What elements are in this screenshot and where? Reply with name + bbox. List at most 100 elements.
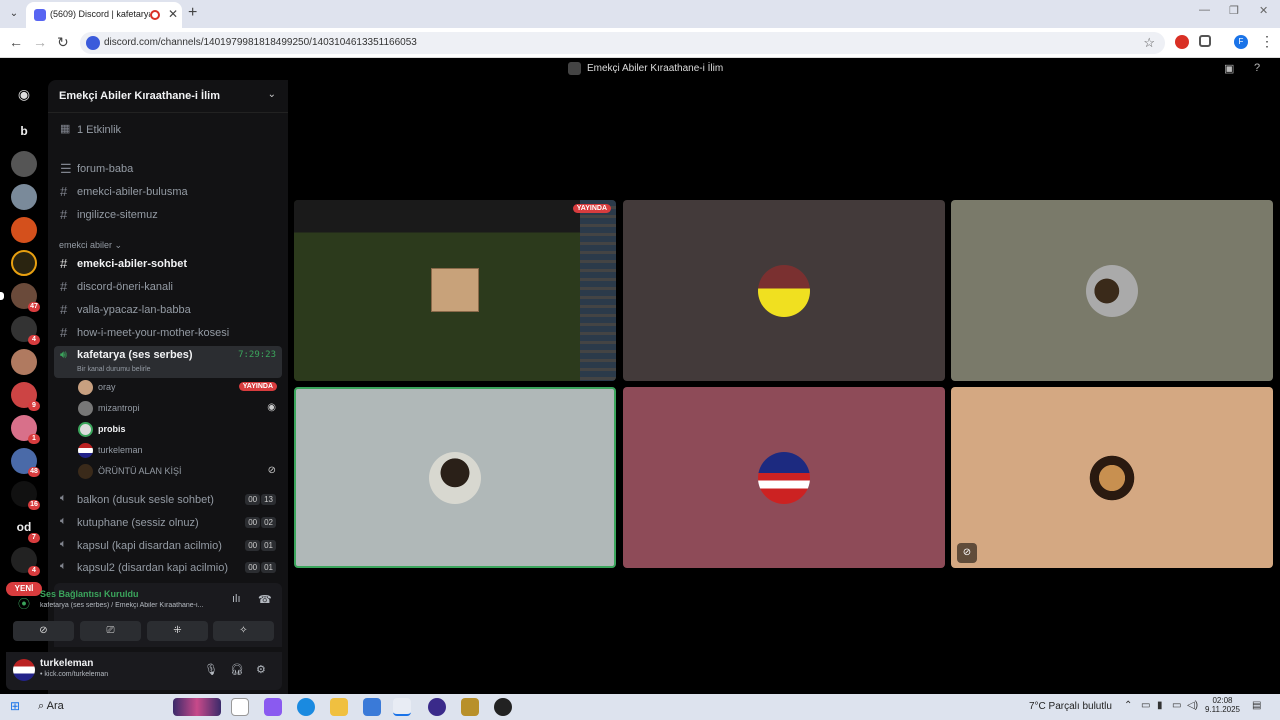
volume-icon[interactable]: ◁): [1187, 700, 1198, 711]
search-highlight-image[interactable]: [173, 698, 221, 716]
forward-arrow-icon[interactable]: →: [33, 34, 47, 50]
user-avatar[interactable]: [13, 659, 35, 681]
activities-button[interactable]: ⁜: [147, 621, 208, 641]
channel-emekci-abiler-sohbet[interactable]: # emekci-abiler-sohbet: [54, 254, 282, 274]
screen-share-button[interactable]: ⎚: [80, 621, 141, 641]
avatar: [429, 451, 481, 504]
extensions-puzzle-icon[interactable]: [1199, 35, 1211, 47]
new-tab-button[interactable]: +: [188, 4, 197, 22]
restore-button[interactable]: ❐: [1229, 4, 1239, 17]
tray-icon[interactable]: ▮: [1157, 700, 1163, 711]
server-icon-12[interactable]: 4: [11, 547, 40, 576]
voice-member[interactable]: probis: [76, 420, 282, 440]
reload-icon[interactable]: ↻: [57, 34, 69, 51]
camera-off-button[interactable]: ⊘: [13, 621, 74, 641]
participant-tile[interactable]: ⊘: [951, 387, 1273, 568]
taskbar-search[interactable]: ⌕ Ara: [38, 700, 64, 713]
channel-emekci-abiler-bulusma[interactable]: # emekci-abiler-bulusma: [54, 182, 282, 202]
file-explorer-icon[interactable]: [330, 698, 348, 716]
microphone-icon[interactable]: 🎙︎: [204, 663, 218, 676]
channel-status-hint[interactable]: Bir kanal durumu belirle: [77, 366, 151, 373]
server-icon-4[interactable]: [11, 250, 37, 276]
league-icon[interactable]: [461, 698, 479, 716]
network-icon[interactable]: ▭: [1172, 700, 1181, 711]
server-od[interactable]: od 7: [11, 514, 40, 543]
tab-close-button[interactable]: ✕: [168, 7, 178, 21]
help-icon[interactable]: ?: [1254, 62, 1260, 74]
tray-chevron-icon[interactable]: ⌃: [1124, 700, 1132, 711]
tab-search-chevron-icon[interactable]: ⌄: [6, 6, 22, 22]
speaker-icon: 🔊︎: [60, 349, 67, 361]
category-header[interactable]: emekci abiler ⌄: [59, 240, 122, 251]
address-bar[interactable]: discord.com/channels/1401979981818499250…: [80, 32, 1165, 54]
voice-channel-kapsul2[interactable]: 🔈︎ kapsul2 (disardan kapi acilmio) 00 01: [54, 558, 282, 578]
server-icon-6[interactable]: 4: [11, 316, 40, 345]
sun-avatar: [1086, 451, 1138, 504]
settings-gear-icon[interactable]: ⚙: [256, 663, 266, 676]
voice-member[interactable]: mizantropi ◉: [76, 399, 282, 419]
voice-member[interactable]: ÖRÜNTÜ ALAN KİŞİ ⊘: [76, 462, 282, 482]
avatar: [78, 464, 93, 479]
inbox-icon[interactable]: ▣: [1224, 62, 1234, 75]
app-icon[interactable]: [494, 698, 512, 716]
discord-home-icon[interactable]: ◉: [10, 80, 38, 108]
participant-tile[interactable]: [623, 200, 945, 381]
back-arrow-icon[interactable]: ←: [9, 34, 23, 50]
window-close-button[interactable]: ✕: [1259, 4, 1268, 17]
profile-avatar[interactable]: F: [1234, 35, 1248, 49]
new-unreads-pill[interactable]: YENİ: [6, 582, 42, 596]
browser-tab[interactable]: (5609) Discord | kafetarya (s ✕: [26, 2, 182, 28]
browser-menu-icon[interactable]: ⋮: [1260, 33, 1274, 50]
voice-channel-active[interactable]: 🔊︎ kafetarya (ses serbes) 7:29:23 Bir ka…: [54, 346, 282, 378]
notifications-icon[interactable]: ▤: [1252, 700, 1261, 711]
channel-forum-baba[interactable]: ☰ forum-baba: [54, 159, 282, 179]
participant-tile-speaking[interactable]: [294, 387, 616, 568]
server-icon-7[interactable]: [11, 349, 37, 375]
participant-tile[interactable]: [623, 387, 945, 568]
windows-start-icon[interactable]: ⊞: [10, 700, 22, 712]
site-info-icon[interactable]: [86, 36, 100, 50]
server-icon-3[interactable]: [11, 217, 37, 243]
events-item[interactable]: ▦ 1 Etkinlik: [54, 120, 282, 140]
task-view-icon[interactable]: [231, 698, 249, 716]
taskbar-clock[interactable]: 02:08 9.11.2025: [1205, 696, 1240, 714]
voice-channel-kapsul[interactable]: 🔈︎ kapsul (kapi disardan acilmio) 00 01: [54, 536, 282, 556]
server-name[interactable]: Emekçi Abiler Kıraathane-i İlim: [59, 90, 220, 102]
bookmark-star-icon[interactable]: ☆: [1143, 35, 1155, 51]
stream-tile-oray[interactable]: YAYINDA: [294, 200, 616, 381]
server-icon-9[interactable]: 1: [11, 415, 40, 444]
server-icon-5[interactable]: 47: [0, 283, 40, 312]
channel-how-i-meet-your-mother-kosesi[interactable]: # how-i-meet-your-mother-kosesi: [54, 323, 282, 343]
game-inventory-panel: [431, 268, 479, 312]
copilot-icon[interactable]: [264, 698, 282, 716]
headphones-icon[interactable]: 🎧︎: [230, 663, 244, 676]
server-b[interactable]: b: [11, 118, 37, 144]
extension-opera-icon[interactable]: [1175, 35, 1189, 49]
channel-ingilizce-sitemuz[interactable]: # ingilizce-sitemuz: [54, 205, 282, 225]
voice-channel-kutuphane[interactable]: 🔈︎ kutuphane (sessiz olnuz) 00 02: [54, 513, 282, 533]
soundboard-button[interactable]: ✧: [213, 621, 274, 641]
voice-member[interactable]: turkeleman: [76, 441, 282, 461]
server-icon-1[interactable]: [11, 151, 37, 177]
tray-icon[interactable]: ▭: [1141, 700, 1150, 711]
server-icon-11[interactable]: 16: [11, 481, 40, 510]
server-icon-10[interactable]: 48: [11, 448, 40, 477]
weather-widget[interactable]: 7°C Parçalı bulutlu: [1029, 701, 1112, 712]
soundboard-wave-icon[interactable]: ılı: [232, 593, 241, 605]
voice-status[interactable]: Ses Bağlantısı Kuruldu: [40, 589, 139, 599]
voice-member[interactable]: oray YAYINDA: [76, 378, 282, 398]
store-icon[interactable]: [363, 698, 381, 716]
edge-icon[interactable]: [297, 698, 315, 716]
server-icon-8[interactable]: 9: [11, 382, 40, 411]
channel-discord-oneri-kanali[interactable]: # discord-öneri-kanali: [54, 277, 282, 297]
participant-tile[interactable]: [951, 200, 1273, 381]
speaker-icon: 🔈︎: [60, 492, 67, 504]
chevron-down-icon[interactable]: ⌄: [268, 89, 276, 100]
minimize-button[interactable]: —: [1199, 4, 1210, 16]
channel-valla-ypacaz-lan-babba[interactable]: # valla-ypacaz-lan-babba: [54, 300, 282, 320]
app-icon[interactable]: [428, 698, 446, 716]
voice-channel-balkon[interactable]: 🔈︎ balkon (dusuk sesle sohbet) 00 13: [54, 490, 282, 510]
chrome-icon[interactable]: [393, 698, 411, 716]
server-icon-2[interactable]: [11, 184, 37, 210]
disconnect-icon[interactable]: ☎: [258, 593, 272, 606]
